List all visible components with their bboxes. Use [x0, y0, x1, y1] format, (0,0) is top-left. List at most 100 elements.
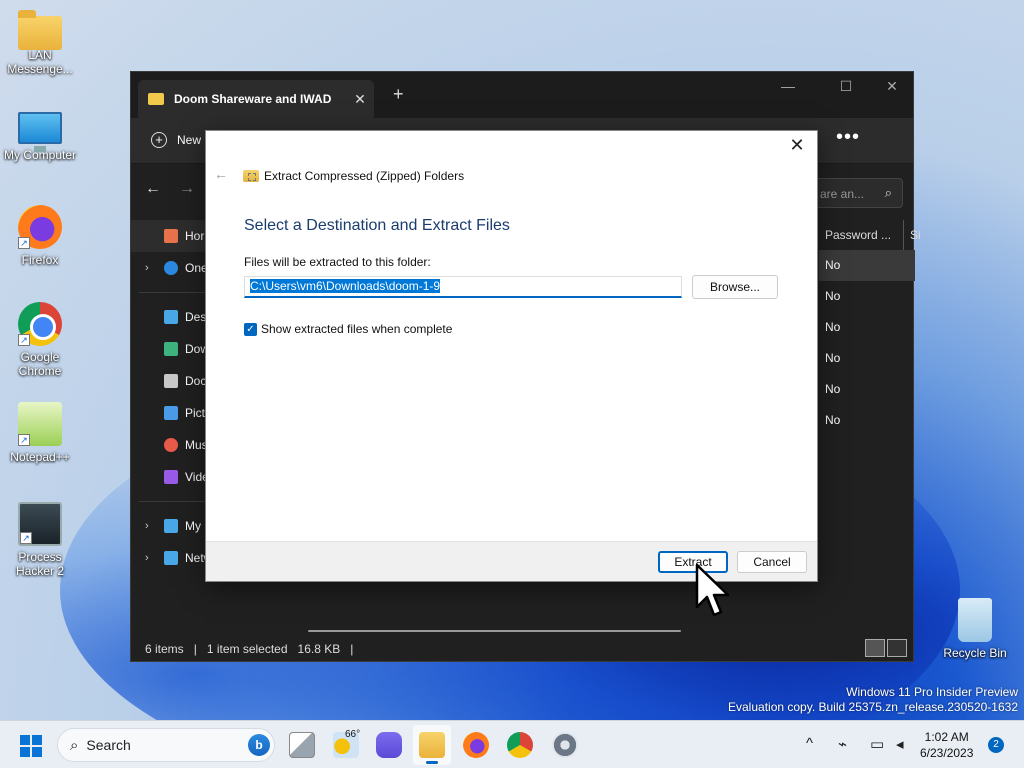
destination-path-text: C:\Users\vm6\Downloads\doom-1-9 [250, 279, 441, 293]
videos-icon [164, 470, 178, 484]
column-headers: Password ... Si [819, 220, 921, 250]
new-tab-button[interactable]: + [393, 84, 404, 105]
checkbox-checked-icon[interactable]: ✓ [244, 322, 257, 336]
notepadpp-icon: ↗ [18, 402, 62, 446]
dialog-close-button[interactable]: ✕ [785, 135, 809, 156]
tiles-view-button[interactable] [887, 639, 907, 657]
status-item-count: 6 items [145, 642, 184, 656]
desktop-icon-my-computer[interactable]: My Computer [2, 108, 78, 162]
start-button[interactable] [20, 735, 42, 757]
desktop-icon-recycle-bin[interactable]: Recycle Bin [937, 598, 1013, 660]
tray-chevron-up-icon[interactable]: ^ [806, 735, 813, 752]
clock-time: 1:02 AM [924, 730, 969, 744]
desktop-icon-firefox[interactable]: ↗ Firefox [2, 205, 78, 267]
destination-path-input[interactable]: C:\Users\vm6\Downloads\doom-1-9 [244, 276, 682, 298]
tab-title: Doom Shareware and IWAD [174, 92, 332, 106]
explorer-tab[interactable]: Doom Shareware and IWAD ✕ [138, 80, 374, 118]
taskbar: ⌕ Search b 66° ^ ⌁ ▭ ◂ 1:02 AM 6/23/2023… [0, 720, 1024, 768]
chevron-right-icon[interactable]: › [145, 552, 149, 564]
chrome-icon: ↗ [18, 302, 62, 346]
status-selected-size: 16.8 KB [297, 642, 341, 656]
chevron-right-icon[interactable]: › [145, 262, 149, 274]
maximize-button[interactable]: ☐ [823, 78, 869, 95]
desktop-icon-chrome[interactable]: ↗ Google Chrome [2, 302, 78, 378]
destination-label: Files will be extracted to this folder: [244, 255, 431, 269]
display-icon[interactable]: ▭ [870, 735, 884, 753]
file-explorer-icon[interactable] [419, 732, 445, 758]
cancel-button[interactable]: Cancel [737, 551, 807, 573]
monitor-icon [18, 112, 62, 152]
file-list-rows: No No No No No No [819, 250, 915, 436]
settings-gear-icon[interactable] [552, 732, 578, 758]
new-button-label: New [177, 133, 202, 147]
extract-dialog: ✕ ← Extract Compressed (Zipped) Folders … [205, 130, 818, 582]
chevron-right-icon[interactable]: › [145, 520, 149, 532]
home-icon [164, 229, 178, 243]
desktop-icon-label: Recycle Bin [943, 646, 1007, 660]
search-icon: ⌕ [70, 736, 79, 754]
network-offline-icon[interactable]: ⌁ [838, 735, 847, 753]
sidebar-item-label: Hor [185, 229, 205, 243]
desktop-icon-label: Firefox [21, 253, 59, 267]
view-toggle [865, 639, 907, 657]
task-view-icon[interactable] [289, 732, 315, 758]
minimize-button[interactable]: — [765, 78, 811, 94]
chrome-icon[interactable] [507, 732, 533, 758]
plus-circle-icon: + [151, 132, 167, 148]
explorer-statusbar: 6 items | 1 item selected 16.8 KB | [131, 637, 913, 661]
column-header-size[interactable]: Si [903, 220, 921, 250]
mouse-pointer-icon [695, 563, 730, 617]
table-row[interactable]: No [819, 250, 915, 281]
folder-icon [18, 10, 62, 50]
table-row[interactable]: No [819, 343, 915, 374]
show-files-checkbox-row[interactable]: ✓ Show extracted files when complete [244, 322, 452, 336]
back-button[interactable]: ← [145, 180, 161, 198]
column-header-password[interactable]: Password ... [819, 228, 891, 242]
windows-logo-pane [32, 735, 42, 745]
details-view-button[interactable] [865, 639, 885, 657]
search-placeholder: are an... [820, 187, 865, 201]
more-options-button[interactable]: ••• [836, 126, 860, 149]
browse-button[interactable]: Browse... [692, 275, 778, 299]
close-window-button[interactable]: ✕ [869, 78, 915, 95]
pictures-icon [164, 406, 178, 420]
sidebar-item-label: Pict [185, 406, 206, 420]
windows-watermark: Windows 11 Pro Insider Preview Evaluatio… [728, 685, 1018, 715]
forward-button[interactable]: → [179, 180, 195, 198]
explorer-titlebar[interactable]: Doom Shareware and IWAD ✕ + — ☐ ✕ [131, 72, 913, 118]
bing-icon[interactable]: b [248, 734, 270, 756]
status-selected-count: 1 item selected [206, 642, 288, 656]
taskbar-search-label: Search [86, 737, 131, 753]
network-icon [164, 551, 178, 565]
desktop-icon-process-hacker[interactable]: ↗ Process Hacker 2 [2, 502, 78, 578]
new-button[interactable]: + New [151, 132, 201, 148]
table-row[interactable]: No [819, 281, 915, 312]
dialog-back-button[interactable]: ← [214, 166, 228, 182]
onedrive-icon [164, 261, 178, 275]
weather-temperature: 66° [345, 729, 361, 740]
notification-badge[interactable]: 2 [988, 737, 1004, 753]
windows-logo-pane [20, 747, 30, 757]
desktop-icon-label: LAN Messenge... [7, 48, 73, 76]
taskbar-search-box[interactable]: ⌕ Search b [57, 728, 275, 762]
my-computer-icon [164, 519, 178, 533]
folder-icon [148, 93, 164, 105]
explorer-search-input[interactable]: are an... ⌕ [811, 178, 903, 208]
desktop-icon-label: Process Hacker 2 [15, 550, 65, 578]
firefox-icon[interactable] [463, 732, 489, 758]
tab-close-icon[interactable]: ✕ [346, 91, 374, 108]
sidebar-item-label: Doc [185, 374, 207, 388]
desktop-icon-notepadpp[interactable]: ↗ Notepad++ [2, 402, 78, 464]
desktop-icon-lan-messenger[interactable]: LAN Messenge... [2, 10, 78, 76]
table-row[interactable]: No [819, 312, 915, 343]
sidebar-item-label: My [185, 519, 201, 533]
horizontal-scrollbar[interactable] [308, 630, 681, 632]
status-separator: | [350, 642, 354, 656]
volume-muted-icon[interactable]: ◂ [896, 735, 904, 753]
desktop-icon-label: Notepad++ [10, 450, 70, 464]
teams-chat-icon[interactable] [376, 732, 402, 758]
table-row[interactable]: No [819, 405, 915, 436]
dialog-header: Extract Compressed (Zipped) Folders [243, 169, 464, 183]
table-row[interactable]: No [819, 374, 915, 405]
taskbar-clock[interactable]: 1:02 AM 6/23/2023 [920, 729, 973, 761]
